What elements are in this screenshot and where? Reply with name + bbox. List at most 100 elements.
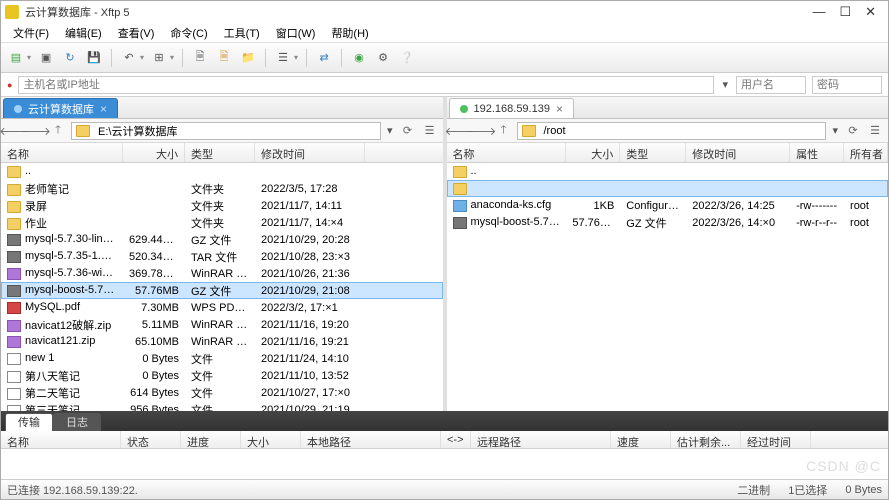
menu-item[interactable]: 文件(F) <box>7 23 55 43</box>
file-row[interactable]: mysql-5.7.36-winx6...369.78MBWinRAR Z...… <box>1 265 443 282</box>
cell: 文件夹 <box>185 214 255 232</box>
split-body: 云计算数据库 × 🡐 🡒 🡑 E:\云计算数据库 ▾ ⟳ ☰ 名称大小类型修改时… <box>1 97 888 411</box>
file-row[interactable]: .. <box>1 163 443 180</box>
host-bullet-icon: ● <box>7 80 12 90</box>
menu-item[interactable]: 窗口(W) <box>270 23 322 43</box>
file-row[interactable]: new 10 Bytes文件2021/11/24, 14:10 <box>1 350 443 367</box>
cell: 956 Bytes <box>123 403 185 412</box>
column-header[interactable]: 类型 <box>620 143 686 162</box>
menu-item[interactable]: 工具(T) <box>218 23 266 43</box>
fwd-icon[interactable]: 🡒 <box>473 122 491 140</box>
file-row[interactable]: navicat12破解.zip5.11MBWinRAR Z...2021/11/… <box>1 316 443 333</box>
cell: 57.76MB <box>566 216 620 230</box>
column-header[interactable]: 大小 <box>566 143 620 162</box>
file-row[interactable]: mysql-5.7.30-linux-...629.44MBGZ 文件2021/… <box>1 231 443 248</box>
menu-item[interactable]: 命令(C) <box>164 23 213 43</box>
column-header[interactable]: 速度 <box>611 431 671 448</box>
up-icon[interactable]: 🡑 <box>49 122 67 140</box>
file-row[interactable]: 作业文件夹2021/11/7, 14:×4 <box>1 214 443 231</box>
maximize-button[interactable]: ☐ <box>839 4 851 20</box>
menu-item[interactable]: 查看(V) <box>112 23 161 43</box>
minimize-button[interactable]: — <box>812 4 825 20</box>
remote-tab[interactable]: 192.168.59.139 × <box>449 98 574 118</box>
column-header[interactable]: 所有者 <box>844 143 888 162</box>
bottom-tab[interactable]: 传输 <box>5 413 53 431</box>
local-path-input[interactable]: E:\云计算数据库 <box>71 122 381 140</box>
username-input[interactable] <box>736 76 806 94</box>
settings-icon[interactable]: ⚙ <box>374 49 392 67</box>
up-icon[interactable]: 🡑 <box>495 122 513 140</box>
column-header[interactable]: 大小 <box>241 431 301 448</box>
list-icon[interactable]: ☰ <box>421 122 439 140</box>
file-row[interactable]: navicat121.zip65.10MBWinRAR Z...2021/11/… <box>1 333 443 350</box>
path-dropdown-icon[interactable]: ▾ <box>830 124 840 137</box>
forward-icon[interactable]: ⊞ <box>150 49 168 67</box>
cell <box>790 171 844 173</box>
doc2-icon[interactable]: 🗎 <box>215 49 233 67</box>
column-header[interactable]: 修改时间 <box>686 143 790 162</box>
close-button[interactable]: ✕ <box>865 4 876 20</box>
column-header[interactable]: 远程路径 <box>471 431 611 448</box>
refresh-icon[interactable]: ⟳ <box>399 122 417 140</box>
column-header[interactable]: 大小 <box>123 143 185 162</box>
host-dropdown-icon[interactable]: ▾ <box>720 78 730 91</box>
status-bar: 已连接 192.168.59.139:22. 二进制 1已选择 0 Bytes <box>1 479 888 499</box>
help-icon[interactable]: ❔ <box>398 49 416 67</box>
view-icon[interactable]: ☰ <box>274 49 292 67</box>
local-tab[interactable]: 云计算数据库 × <box>3 98 118 118</box>
separator <box>265 49 266 67</box>
file-row[interactable]: 第八天笔记0 Bytes文件2021/11/10, 13:52 <box>1 367 443 384</box>
save-icon[interactable]: 💾 <box>85 49 103 67</box>
column-header[interactable]: 进度 <box>181 431 241 448</box>
close-icon[interactable]: × <box>556 102 563 116</box>
fwd-icon[interactable]: 🡒 <box>27 122 45 140</box>
file-row[interactable]: 第三天笔记956 Bytes文件2021/10/29, 21:19 <box>1 401 443 411</box>
list-icon[interactable]: ☰ <box>866 122 884 140</box>
column-header[interactable]: 经过时间 <box>741 431 811 448</box>
column-header[interactable]: 名称 <box>1 431 121 448</box>
password-input[interactable] <box>812 76 882 94</box>
folder-icon[interactable]: 📁 <box>239 49 257 67</box>
column-header[interactable]: <-> <box>441 431 471 448</box>
column-header[interactable]: 状态 <box>121 431 181 448</box>
file-row[interactable]: 老师笔记文件夹2022/3/5, 17:28 <box>1 180 443 197</box>
path-dropdown-icon[interactable]: ▾ <box>385 124 395 137</box>
open-icon[interactable]: ▣ <box>37 49 55 67</box>
cell <box>686 188 790 190</box>
back-icon[interactable]: ↶ <box>120 49 138 67</box>
column-header[interactable]: 本地路径 <box>301 431 441 448</box>
refresh-icon[interactable]: ⟳ <box>844 122 862 140</box>
file-row[interactable]: 录屏文件夹2021/11/7, 14:11 <box>1 197 443 214</box>
column-header[interactable]: 估计剩余... <box>671 431 741 448</box>
file-row[interactable]: .. <box>447 163 889 180</box>
status-selected: 1已选择 <box>788 482 827 498</box>
host-input[interactable] <box>18 76 714 94</box>
menu-item[interactable]: 编辑(E) <box>59 23 108 43</box>
column-header[interactable]: 类型 <box>185 143 255 162</box>
bottom-tab[interactable]: 日志 <box>53 413 101 431</box>
reconnect-icon[interactable]: ↻ <box>61 49 79 67</box>
close-icon[interactable]: × <box>100 102 107 116</box>
menu-item[interactable]: 帮助(H) <box>325 23 374 43</box>
file-row[interactable]: MySQL.pdf7.30MBWPS PDF ...2022/3/2, 17:×… <box>1 299 443 316</box>
folder-icon <box>522 125 536 137</box>
column-header[interactable]: 名称 <box>1 143 123 162</box>
cell: navicat12破解.zip <box>1 316 123 334</box>
file-row[interactable]: mysql-boost-5.7.14...57.76MBGZ 文件2022/3/… <box>447 214 889 231</box>
file-row[interactable]: mysql-boost-5.7.14...57.76MBGZ 文件2021/10… <box>1 282 443 299</box>
sync-icon[interactable]: ◉ <box>350 49 368 67</box>
file-row[interactable] <box>447 180 889 197</box>
transfer-icon[interactable]: ⇄ <box>315 49 333 67</box>
remote-list[interactable]: .. anaconda-ks.cfg1KBConfigura...2022/3/2… <box>447 163 889 411</box>
file-row[interactable]: anaconda-ks.cfg1KBConfigura...2022/3/26,… <box>447 197 889 214</box>
new-session-icon[interactable]: ▤ <box>7 49 25 67</box>
local-list[interactable]: ..老师笔记文件夹2022/3/5, 17:28录屏文件夹2021/11/7, … <box>1 163 443 411</box>
column-header[interactable]: 属性 <box>790 143 844 162</box>
file-row[interactable]: mysql-5.7.35-1.el7.x...520.34MBTAR 文件202… <box>1 248 443 265</box>
file-row[interactable]: 第二天笔记614 Bytes文件2021/10/27, 17:×0 <box>1 384 443 401</box>
column-header[interactable]: 修改时间 <box>255 143 365 162</box>
column-header[interactable]: 名称 <box>447 143 567 162</box>
cell: 文件 <box>185 401 255 412</box>
doc-icon[interactable]: 🗎 <box>191 49 209 67</box>
remote-path-input[interactable]: /root <box>517 122 827 140</box>
